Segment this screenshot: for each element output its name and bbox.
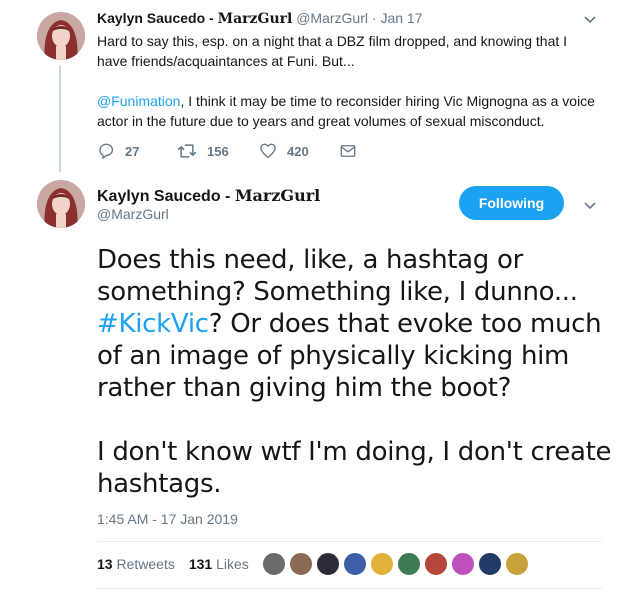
likes-stat[interactable]: 131 Likes (189, 556, 249, 572)
user-handle[interactable]: @MarzGurl (296, 10, 368, 26)
tweet-text-line: rather than giving him the boot? (97, 373, 512, 403)
tweet-text: Does this need, like, a hashtag or somet… (97, 244, 617, 500)
tweet-timestamp[interactable]: 1:45 AM - 17 Jan 2019 (97, 511, 238, 527)
divider (97, 541, 602, 542)
mail-icon (340, 145, 356, 157)
heart-icon (260, 143, 276, 159)
tweet-text-line: Hard to say this, esp. on a night that a… (97, 33, 568, 49)
liker-avatar[interactable] (505, 552, 529, 576)
tweet-text: Hard to say this, esp. on a night that a… (97, 31, 597, 131)
like-count: 420 (287, 143, 309, 159)
retweet-count: 156 (207, 143, 229, 159)
tweet-text-line: I don't know wtf I'm doing, I don't crea… (97, 437, 612, 467)
display-name[interactable]: Kaylyn Saucedo - (97, 10, 218, 26)
tweet-actions: 27 156 420 (97, 141, 367, 161)
like-button[interactable]: 420 (259, 142, 339, 160)
tweet-text-line: actor in the future due to years and gre… (97, 113, 545, 129)
liker-avatar[interactable] (478, 552, 502, 576)
user-handle[interactable]: @MarzGurl (97, 206, 169, 222)
mention-link[interactable]: @Funimation (97, 93, 180, 109)
retweets-stat[interactable]: 13 Retweets (97, 556, 175, 572)
tweet-text-line: Does this need, like, a hashtag or (97, 245, 523, 275)
display-name-brand[interactable]: MarzGurl (218, 11, 293, 27)
liker-avatar[interactable] (343, 552, 367, 576)
tweet-header: Kaylyn Saucedo - MarzGurl @MarzGurl · Ja… (97, 10, 423, 27)
chevron-down-icon[interactable] (583, 198, 597, 214)
display-name-row: Kaylyn Saucedo - MarzGurl (97, 186, 320, 206)
liker-avatar[interactable] (316, 552, 340, 576)
divider (97, 588, 602, 589)
avatar[interactable] (37, 180, 85, 228)
retweet-button[interactable]: 156 (177, 142, 259, 160)
chevron-down-icon[interactable] (583, 12, 597, 28)
tweet-stats: 13 Retweets 131 Likes (97, 556, 249, 572)
reply-button[interactable]: 27 (97, 142, 177, 160)
tweet-text-line: @Funimation, I think it may be time to r… (97, 93, 595, 109)
liker-avatar[interactable] (397, 552, 421, 576)
avatar[interactable] (37, 12, 85, 60)
retweets-label: Retweets (116, 556, 175, 572)
liker-avatar[interactable] (424, 552, 448, 576)
display-name[interactable]: Kaylyn Saucedo - (97, 188, 235, 205)
reply-icon (99, 143, 114, 159)
display-name-brand[interactable]: MarzGurl (235, 186, 320, 205)
dm-button[interactable] (339, 142, 367, 160)
liker-avatars (262, 552, 532, 576)
retweet-icon (177, 144, 197, 158)
retweet-count: 13 (97, 556, 113, 572)
tweet-date[interactable]: Jan 17 (380, 10, 422, 26)
separator-dot: · (371, 10, 377, 26)
liker-avatar[interactable] (370, 552, 394, 576)
likes-label: Likes (216, 556, 249, 572)
tweet-text-line: hashtags. (97, 469, 222, 499)
tweet-text-line: something? Something like, I dunno... (97, 277, 578, 307)
reply-count: 27 (125, 143, 140, 159)
thread-connector (59, 66, 61, 172)
tweet-text-line: of an image of physically kicking him (97, 341, 570, 371)
like-count: 131 (188, 556, 213, 572)
tweet-text-line: #KickVic? Or does that evoke too much (97, 309, 602, 339)
liker-avatar[interactable] (289, 552, 313, 576)
liker-avatar[interactable] (262, 552, 286, 576)
liker-avatar[interactable] (451, 552, 475, 576)
hashtag-link[interactable]: #KickVic (97, 309, 209, 339)
tweet-text-line: have friends/acquaintances at Funi. But.… (97, 53, 355, 69)
following-button[interactable]: Following (459, 186, 564, 220)
